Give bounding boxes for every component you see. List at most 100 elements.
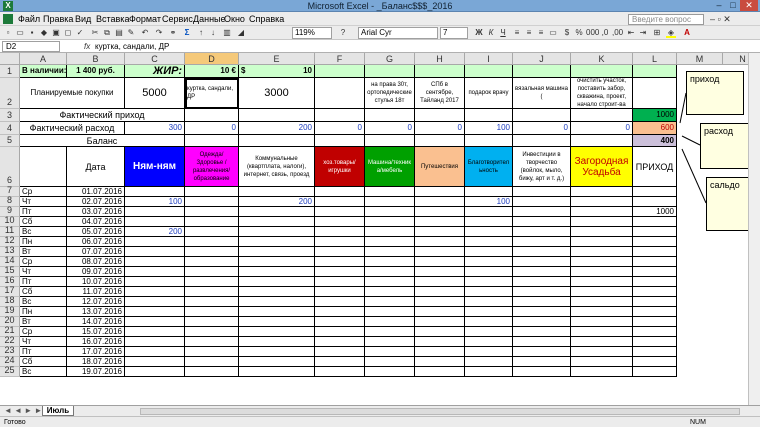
cell-i3[interactable]	[465, 109, 513, 122]
date-cell[interactable]: 03.07.2016	[67, 207, 125, 217]
empty-cell[interactable]	[415, 277, 465, 287]
empty-cell[interactable]	[185, 337, 239, 347]
empty-cell[interactable]	[125, 347, 185, 357]
header-i6[interactable]: Благотворител ьность	[465, 147, 513, 187]
empty-cell[interactable]	[239, 347, 315, 357]
permission-icon[interactable]: ◆	[39, 28, 49, 38]
empty-cell[interactable]	[633, 257, 677, 267]
day-cell[interactable]: Пн	[20, 237, 67, 247]
open-icon[interactable]: ▭	[15, 28, 25, 38]
column-header-l[interactable]: L	[633, 53, 677, 65]
empty-cell[interactable]	[239, 227, 315, 237]
empty-cell[interactable]	[125, 317, 185, 327]
align-left-icon[interactable]: ≡	[512, 28, 522, 38]
header-g6[interactable]: Машина/техник а/мебель	[365, 147, 415, 187]
actual-income-label[interactable]: Фактический приход	[20, 109, 185, 122]
print-icon[interactable]: ▣	[51, 28, 61, 38]
day-cell[interactable]: Ср	[20, 327, 67, 337]
empty-cell[interactable]	[571, 327, 633, 337]
column-header-b[interactable]: B	[67, 53, 125, 65]
empty-cell[interactable]	[315, 367, 365, 377]
menu-tools[interactable]: Сервис	[162, 12, 193, 26]
drawing-icon[interactable]: ◢	[236, 28, 246, 38]
date-cell[interactable]: 16.07.2016	[67, 337, 125, 347]
decrease-indent-icon[interactable]: ⇤	[626, 28, 636, 38]
value-cell-c[interactable]: 100	[125, 197, 185, 207]
empty-cell[interactable]	[571, 207, 633, 217]
empty-cell[interactable]	[365, 227, 415, 237]
close-icon[interactable]: ✕	[740, 0, 758, 11]
increase-decimal-icon[interactable]: ,0	[600, 28, 610, 38]
expense-i4[interactable]: 100	[465, 122, 513, 135]
empty-cell[interactable]	[239, 257, 315, 267]
merge-center-icon[interactable]: ▭	[548, 28, 558, 38]
autosum-icon[interactable]: Σ	[182, 28, 192, 38]
column-header-a[interactable]: A	[20, 53, 67, 65]
empty-cell[interactable]	[465, 237, 513, 247]
sheet-tab[interactable]: Июль	[42, 406, 74, 416]
date-cell[interactable]: 01.07.2016	[67, 187, 125, 197]
planned-purchases-label[interactable]: Планируемые покупки	[20, 78, 125, 109]
empty-cell[interactable]	[365, 277, 415, 287]
chart-icon[interactable]: ▥	[222, 28, 232, 38]
empty-cell[interactable]	[415, 297, 465, 307]
formula-input[interactable]: куртка, сандали, ДР	[95, 41, 169, 52]
empty-cell[interactable]	[125, 297, 185, 307]
empty-cell[interactable]	[571, 217, 633, 227]
font-color-icon[interactable]: A	[682, 28, 692, 38]
empty-cell[interactable]	[315, 267, 365, 277]
cell-k1[interactable]	[571, 65, 633, 78]
empty-cell[interactable]	[125, 357, 185, 367]
expense-d4[interactable]: 0	[185, 122, 239, 135]
date-cell[interactable]: 04.07.2016	[67, 217, 125, 227]
empty-cell[interactable]	[185, 257, 239, 267]
day-cell[interactable]: Сб	[20, 357, 67, 367]
borders-icon[interactable]: ⊞	[652, 28, 662, 38]
empty-cell[interactable]	[315, 327, 365, 337]
day-cell[interactable]: Чт	[20, 337, 67, 347]
thousands-icon[interactable]: 000	[586, 28, 599, 38]
empty-cell[interactable]	[239, 287, 315, 297]
empty-cell[interactable]	[633, 347, 677, 357]
empty-cell[interactable]	[125, 367, 185, 377]
empty-cell[interactable]	[513, 217, 571, 227]
empty-cell[interactable]	[365, 187, 415, 197]
empty-cell[interactable]	[315, 357, 365, 367]
empty-cell[interactable]	[239, 307, 315, 317]
empty-cell[interactable]	[465, 307, 513, 317]
empty-cell[interactable]	[415, 307, 465, 317]
copy-icon[interactable]: ⧉	[102, 28, 112, 38]
empty-cell[interactable]	[465, 317, 513, 327]
empty-cell[interactable]	[125, 257, 185, 267]
cell-j3[interactable]	[513, 109, 571, 122]
empty-cell[interactable]	[185, 197, 239, 207]
empty-cell[interactable]	[365, 257, 415, 267]
empty-cell[interactable]	[365, 247, 415, 257]
header-l6[interactable]: ПРИХОД	[633, 147, 677, 187]
dollar-value[interactable]: 10	[239, 65, 315, 78]
header-c6[interactable]: Ням-ням	[125, 147, 185, 187]
empty-cell[interactable]	[185, 327, 239, 337]
date-cell[interactable]: 18.07.2016	[67, 357, 125, 367]
cell-g5[interactable]	[365, 135, 415, 147]
menu-window[interactable]: Окно	[224, 12, 245, 26]
header-k6[interactable]: Загородная Усадьба	[571, 147, 633, 187]
date-cell[interactable]: 02.07.2016	[67, 197, 125, 207]
italic-icon[interactable]: К	[486, 28, 496, 38]
day-cell[interactable]: Пт	[20, 347, 67, 357]
value-cell-l[interactable]: 1000	[633, 207, 677, 217]
cell-k5[interactable]	[571, 135, 633, 147]
empty-cell[interactable]	[633, 217, 677, 227]
day-cell[interactable]: Ср	[20, 257, 67, 267]
cell-e5[interactable]	[239, 135, 315, 147]
date-cell[interactable]: 12.07.2016	[67, 297, 125, 307]
empty-cell[interactable]	[125, 287, 185, 297]
row-header-5[interactable]: 5	[0, 135, 20, 147]
date-cell[interactable]: 08.07.2016	[67, 257, 125, 267]
bold-icon[interactable]: Ж	[474, 28, 484, 38]
actual-expense-value[interactable]: 600	[633, 122, 677, 135]
empty-cell[interactable]	[365, 307, 415, 317]
empty-cell[interactable]	[125, 207, 185, 217]
expense-k4[interactable]: 0	[571, 122, 633, 135]
empty-cell[interactable]	[571, 337, 633, 347]
